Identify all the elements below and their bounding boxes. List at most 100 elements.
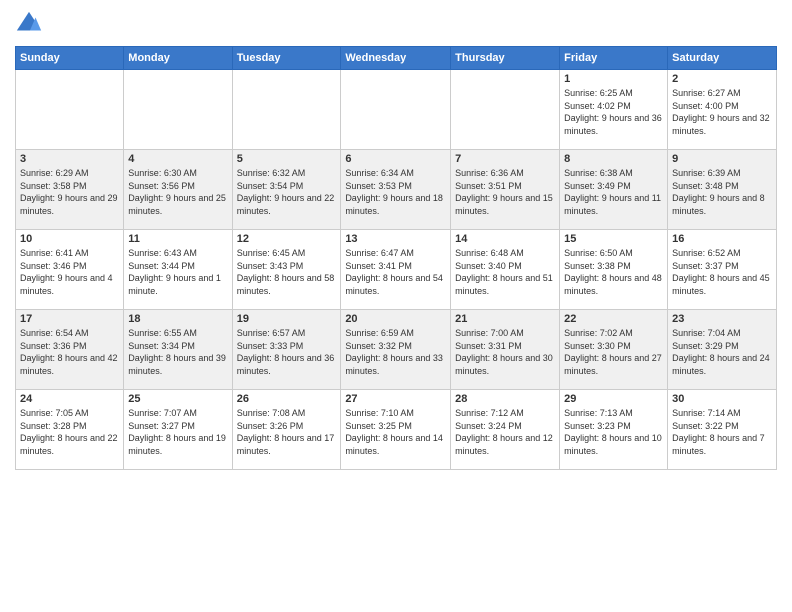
- day-number: 1: [564, 73, 663, 85]
- calendar-cell: 16 Sunrise: 6:52 AM Sunset: 3:37 PM Dayli…: [668, 230, 777, 310]
- day-info: Sunrise: 6:27 AM Sunset: 4:00 PM Dayligh…: [672, 87, 772, 137]
- calendar-page: SundayMondayTuesdayWednesdayThursdayFrid…: [0, 0, 792, 612]
- day-number: 3: [20, 153, 119, 165]
- calendar-cell: 18Sunrise: 6:55 AM Sunset: 3:34 PM Dayli…: [124, 310, 232, 390]
- day-info: Sunrise: 7:04 AM Sunset: 3:29 PM Dayligh…: [672, 327, 772, 377]
- logo-icon: [15, 10, 43, 38]
- day-number: 7: [455, 153, 555, 165]
- day-info: Sunrise: 6:52 AM Sunset: 3:37 PM Dayligh…: [672, 247, 772, 297]
- calendar-cell: [124, 70, 232, 150]
- calendar-cell: 23 Sunrise: 7:04 AM Sunset: 3:29 PM Dayli…: [668, 310, 777, 390]
- calendar-day-header: Saturday: [668, 47, 777, 70]
- day-info: Sunrise: 6:59 AM Sunset: 3:32 PM Dayligh…: [345, 327, 446, 377]
- day-info: Sunrise: 6:50 AM Sunset: 3:38 PM Dayligh…: [564, 247, 663, 297]
- day-info: Sunrise: 6:36 AM Sunset: 3:51 PM Dayligh…: [455, 167, 555, 217]
- calendar-cell: 6 Sunrise: 6:34 AM Sunset: 3:53 PM Daylig…: [341, 150, 451, 230]
- calendar-week-row: 17Sunrise: 6:54 AM Sunset: 3:36 PM Dayli…: [16, 310, 777, 390]
- day-number: 14: [455, 233, 555, 245]
- day-info: Sunrise: 7:12 AM Sunset: 3:24 PM Dayligh…: [455, 407, 555, 457]
- day-number: 21: [455, 313, 555, 325]
- logo: [15, 10, 47, 38]
- day-info: Sunrise: 7:07 AM Sunset: 3:27 PM Dayligh…: [128, 407, 227, 457]
- calendar-cell: 15 Sunrise: 6:50 AM Sunset: 3:38 PM Dayli…: [560, 230, 668, 310]
- calendar-cell: 8Sunrise: 6:38 AM Sunset: 3:49 PM Daylig…: [560, 150, 668, 230]
- day-info: Sunrise: 6:38 AM Sunset: 3:49 PM Dayligh…: [564, 167, 663, 217]
- calendar-cell: 3 Sunrise: 6:29 AM Sunset: 3:58 PM Daylig…: [16, 150, 124, 230]
- day-number: 18: [128, 313, 227, 325]
- calendar-cell: [451, 70, 560, 150]
- calendar-day-header: Sunday: [16, 47, 124, 70]
- day-info: Sunrise: 6:47 AM Sunset: 3:41 PM Dayligh…: [345, 247, 446, 297]
- day-number: 4: [128, 153, 227, 165]
- day-number: 27: [345, 393, 446, 405]
- day-info: Sunrise: 6:34 AM Sunset: 3:53 PM Dayligh…: [345, 167, 446, 217]
- day-info: Sunrise: 6:30 AM Sunset: 3:56 PM Dayligh…: [128, 167, 227, 217]
- calendar-cell: 10Sunrise: 6:41 AM Sunset: 3:46 PM Dayli…: [16, 230, 124, 310]
- day-number: 25: [128, 393, 227, 405]
- calendar-cell: 7 Sunrise: 6:36 AM Sunset: 3:51 PM Daylig…: [451, 150, 560, 230]
- day-info: Sunrise: 6:32 AM Sunset: 3:54 PM Dayligh…: [237, 167, 337, 217]
- calendar-cell: 28 Sunrise: 7:12 AM Sunset: 3:24 PM Dayli…: [451, 390, 560, 470]
- calendar-cell: 25 Sunrise: 7:07 AM Sunset: 3:27 PM Dayli…: [124, 390, 232, 470]
- day-number: 19: [237, 313, 337, 325]
- day-number: 20: [345, 313, 446, 325]
- calendar-header-row: SundayMondayTuesdayWednesdayThursdayFrid…: [16, 47, 777, 70]
- calendar-day-header: Friday: [560, 47, 668, 70]
- calendar-cell: 30 Sunrise: 7:14 AM Sunset: 3:22 PM Dayli…: [668, 390, 777, 470]
- calendar-cell: 5 Sunrise: 6:32 AM Sunset: 3:54 PM Daylig…: [232, 150, 341, 230]
- calendar-cell: 2 Sunrise: 6:27 AM Sunset: 4:00 PM Daylig…: [668, 70, 777, 150]
- day-info: Sunrise: 7:10 AM Sunset: 3:25 PM Dayligh…: [345, 407, 446, 457]
- calendar-cell: 17Sunrise: 6:54 AM Sunset: 3:36 PM Dayli…: [16, 310, 124, 390]
- day-info: Sunrise: 6:43 AM Sunset: 3:44 PM Dayligh…: [128, 247, 227, 297]
- calendar-cell: 13 Sunrise: 6:47 AM Sunset: 3:41 PM Dayli…: [341, 230, 451, 310]
- calendar-day-header: Thursday: [451, 47, 560, 70]
- calendar-cell: 26Sunrise: 7:08 AM Sunset: 3:26 PM Dayli…: [232, 390, 341, 470]
- header: [15, 10, 777, 38]
- day-number: 12: [237, 233, 337, 245]
- day-info: Sunrise: 7:08 AM Sunset: 3:26 PM Dayligh…: [237, 407, 337, 457]
- day-info: Sunrise: 7:00 AM Sunset: 3:31 PM Dayligh…: [455, 327, 555, 377]
- day-info: Sunrise: 6:29 AM Sunset: 3:58 PM Dayligh…: [20, 167, 119, 217]
- calendar-week-row: 3 Sunrise: 6:29 AM Sunset: 3:58 PM Daylig…: [16, 150, 777, 230]
- calendar-cell: 9Sunrise: 6:39 AM Sunset: 3:48 PM Daylig…: [668, 150, 777, 230]
- day-number: 16: [672, 233, 772, 245]
- calendar-cell: 4 Sunrise: 6:30 AM Sunset: 3:56 PM Daylig…: [124, 150, 232, 230]
- day-number: 28: [455, 393, 555, 405]
- day-number: 2: [672, 73, 772, 85]
- day-number: 9: [672, 153, 772, 165]
- day-number: 6: [345, 153, 446, 165]
- calendar-cell: 24Sunrise: 7:05 AM Sunset: 3:28 PM Dayli…: [16, 390, 124, 470]
- calendar-cell: 11 Sunrise: 6:43 AM Sunset: 3:44 PM Dayli…: [124, 230, 232, 310]
- calendar-cell: 1 Sunrise: 6:25 AM Sunset: 4:02 PM Daylig…: [560, 70, 668, 150]
- calendar-day-header: Wednesday: [341, 47, 451, 70]
- calendar-cell: 29 Sunrise: 7:13 AM Sunset: 3:23 PM Dayli…: [560, 390, 668, 470]
- day-info: Sunrise: 7:14 AM Sunset: 3:22 PM Dayligh…: [672, 407, 772, 457]
- calendar-cell: 20 Sunrise: 6:59 AM Sunset: 3:32 PM Dayli…: [341, 310, 451, 390]
- day-info: Sunrise: 6:48 AM Sunset: 3:40 PM Dayligh…: [455, 247, 555, 297]
- calendar-day-header: Monday: [124, 47, 232, 70]
- calendar-cell: 27 Sunrise: 7:10 AM Sunset: 3:25 PM Dayli…: [341, 390, 451, 470]
- day-number: 30: [672, 393, 772, 405]
- day-number: 23: [672, 313, 772, 325]
- day-info: Sunrise: 7:13 AM Sunset: 3:23 PM Dayligh…: [564, 407, 663, 457]
- day-info: Sunrise: 7:02 AM Sunset: 3:30 PM Dayligh…: [564, 327, 663, 377]
- calendar-week-row: 1 Sunrise: 6:25 AM Sunset: 4:02 PM Daylig…: [16, 70, 777, 150]
- day-info: Sunrise: 6:45 AM Sunset: 3:43 PM Dayligh…: [237, 247, 337, 297]
- calendar-day-header: Tuesday: [232, 47, 341, 70]
- day-number: 5: [237, 153, 337, 165]
- day-number: 22: [564, 313, 663, 325]
- day-info: Sunrise: 7:05 AM Sunset: 3:28 PM Dayligh…: [20, 407, 119, 457]
- day-number: 17: [20, 313, 119, 325]
- calendar-cell: 19Sunrise: 6:57 AM Sunset: 3:33 PM Dayli…: [232, 310, 341, 390]
- day-number: 29: [564, 393, 663, 405]
- day-number: 13: [345, 233, 446, 245]
- calendar-week-row: 24Sunrise: 7:05 AM Sunset: 3:28 PM Dayli…: [16, 390, 777, 470]
- day-info: Sunrise: 6:41 AM Sunset: 3:46 PM Dayligh…: [20, 247, 119, 297]
- calendar-cell: [341, 70, 451, 150]
- day-info: Sunrise: 6:25 AM Sunset: 4:02 PM Dayligh…: [564, 87, 663, 137]
- calendar-cell: 21 Sunrise: 7:00 AM Sunset: 3:31 PM Dayli…: [451, 310, 560, 390]
- calendar-cell: [16, 70, 124, 150]
- day-number: 15: [564, 233, 663, 245]
- day-number: 11: [128, 233, 227, 245]
- calendar-cell: 22 Sunrise: 7:02 AM Sunset: 3:30 PM Dayli…: [560, 310, 668, 390]
